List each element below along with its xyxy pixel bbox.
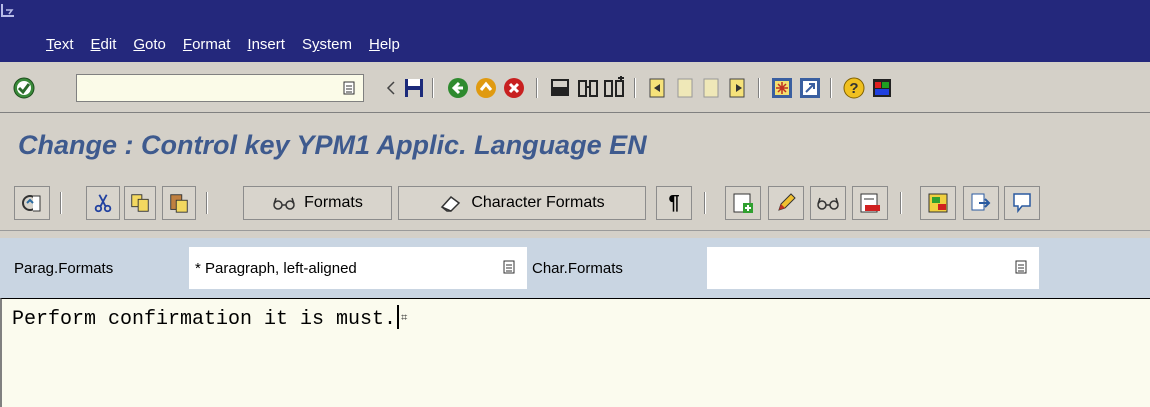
dropdown-icon[interactable]: [503, 260, 515, 274]
comment-icon: [1013, 193, 1031, 214]
nav-back-arrow-icon[interactable]: [380, 76, 404, 100]
find-icon[interactable]: [576, 76, 600, 100]
toolbar-separator: [634, 78, 636, 98]
paragraph-formats-label: Parag.Formats: [14, 260, 114, 277]
cut-icon: [94, 194, 112, 213]
glasses-icon: [817, 197, 839, 210]
help-icon[interactable]: ?: [842, 76, 866, 100]
character-format-select[interactable]: [706, 246, 1040, 290]
character-formats-button[interactable]: Character Formats: [398, 186, 646, 220]
edit-pencil-button[interactable]: [768, 186, 804, 220]
print-icon[interactable]: [548, 76, 572, 100]
previous-page-icon[interactable]: [674, 76, 698, 100]
toolbar-separator: [758, 78, 760, 98]
end-of-text-marker: ⌗: [401, 313, 408, 325]
svg-text:?: ?: [849, 80, 858, 97]
formats-label: Formats: [304, 194, 363, 211]
back-icon[interactable]: [446, 76, 470, 100]
transfer-button[interactable]: [963, 186, 999, 220]
menu-edit[interactable]: Edit: [91, 36, 117, 53]
menu-text[interactable]: Text: [46, 36, 74, 53]
insert-command-icon: [733, 193, 753, 213]
notes-button[interactable]: [920, 186, 956, 220]
display-change-button[interactable]: [14, 186, 50, 220]
toolbar-separator: [830, 78, 832, 98]
character-formats-label: Character Formats: [471, 194, 605, 211]
find-next-icon[interactable]: [602, 76, 626, 100]
character-formats-field-label: Char.Formats: [532, 260, 623, 277]
formats-button[interactable]: Formats: [243, 186, 392, 220]
text-caret: [397, 305, 400, 329]
editor-text-content: Perform confirmation it is must.: [12, 308, 397, 331]
menu-help[interactable]: Help: [369, 36, 400, 53]
history-dropdown-icon[interactable]: [343, 81, 355, 95]
format-bar: Parag.Formats * Paragraph, left-aligned …: [0, 238, 1150, 299]
paste-icon: [170, 194, 188, 213]
save-icon[interactable]: [402, 76, 426, 100]
system-menu-icon[interactable]: [0, 2, 18, 22]
insert-command-button[interactable]: [725, 186, 761, 220]
paste-button[interactable]: [162, 186, 196, 220]
toolbar-separator: [60, 192, 62, 214]
exit-icon[interactable]: [474, 76, 498, 100]
cut-button[interactable]: [86, 186, 120, 220]
toolbar-separator: [900, 192, 902, 214]
toolbar-separator: [206, 192, 208, 214]
command-field[interactable]: [76, 74, 364, 102]
toolbar-separator: [432, 78, 434, 98]
standard-toolbar: ?: [0, 62, 1150, 113]
menu-insert[interactable]: Insert: [247, 36, 285, 53]
page-title: Change : Control key YPM1 Applic. Langua…: [18, 130, 647, 160]
menu-items: Text Edit Goto Format Insert System Help: [46, 36, 417, 53]
delete-line-icon: [860, 193, 880, 213]
text-editor[interactable]: Perform confirmation it is must. ⌗: [0, 298, 1150, 407]
editor-line[interactable]: Perform confirmation it is must. ⌗: [12, 305, 407, 331]
menu-format[interactable]: Format: [183, 36, 231, 53]
menu-goto[interactable]: Goto: [133, 36, 166, 53]
delete-line-button[interactable]: [852, 186, 888, 220]
glasses-icon: [273, 197, 295, 210]
transfer-icon: [971, 193, 991, 211]
first-page-icon[interactable]: [646, 76, 670, 100]
create-session-icon[interactable]: [770, 76, 794, 100]
notes-icon: [928, 193, 948, 213]
menu-system[interactable]: System: [302, 36, 352, 53]
eraser-icon: [441, 195, 461, 212]
command-input[interactable]: [77, 75, 331, 101]
toolbar-separator: [704, 192, 706, 214]
next-page-icon[interactable]: [700, 76, 724, 100]
paragraph-mark-label: ¶: [668, 191, 680, 214]
application-toolbar: Formats Character Formats ¶: [0, 178, 1150, 231]
display-change-icon: [22, 195, 41, 212]
paragraph-format-select[interactable]: * Paragraph, left-aligned: [188, 246, 528, 290]
customize-layout-icon[interactable]: [870, 76, 894, 100]
enter-icon[interactable]: [12, 76, 36, 100]
dropdown-icon[interactable]: [1015, 260, 1027, 274]
copy-icon: [131, 194, 149, 212]
pencil-icon: [778, 193, 796, 211]
cancel-icon[interactable]: [502, 76, 526, 100]
preview-button[interactable]: [810, 186, 846, 220]
paragraph-format-value: * Paragraph, left-aligned: [195, 260, 357, 277]
comment-button[interactable]: [1004, 186, 1040, 220]
last-page-icon[interactable]: [726, 76, 750, 100]
menu-bar: Text Edit Goto Format Insert System Help: [0, 0, 1150, 62]
copy-button[interactable]: [124, 186, 156, 220]
toolbar-separator: [536, 78, 538, 98]
paragraph-mark-button[interactable]: ¶: [656, 186, 692, 220]
shortcut-icon[interactable]: [798, 76, 822, 100]
